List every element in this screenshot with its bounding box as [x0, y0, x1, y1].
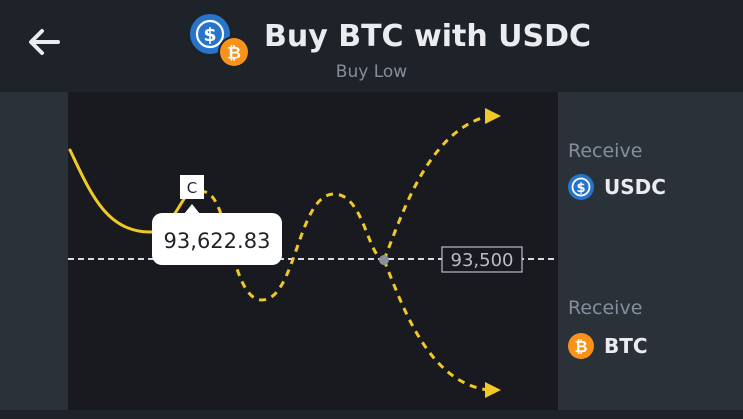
projection-down-path	[382, 259, 489, 392]
chart-svg: C 93,622.83 93,500	[68, 108, 558, 398]
bottom-strip	[0, 410, 743, 419]
receive-btc: ₿ BTC	[568, 333, 648, 359]
receive-label-btc: Receive	[568, 297, 643, 319]
svg-text:₿: ₿	[574, 337, 587, 356]
receive-asset-btc: BTC	[604, 334, 648, 358]
pair-icons: $ ₿	[190, 14, 252, 66]
svg-text:$: $	[576, 181, 585, 196]
arrow-down-head	[485, 382, 501, 398]
arrow-left-icon	[29, 29, 60, 55]
back-button[interactable]	[24, 24, 64, 60]
header: $ ₿ Buy BTC with USDC Buy Low	[0, 0, 743, 92]
current-price: 93,622.83	[164, 229, 271, 253]
usdc-icon: $	[568, 174, 594, 200]
arrow-up-head	[485, 108, 501, 124]
receive-usdc: $ USDC	[568, 174, 666, 200]
receive-asset-usdc: USDC	[604, 175, 666, 199]
btc-icon: ₿	[568, 333, 594, 359]
target-price: 93,500	[451, 250, 514, 271]
receive-panel: Receive $ USDC Receive ₿ BTC	[558, 92, 743, 410]
svg-text:₿: ₿	[227, 44, 241, 64]
page-subtitle: Buy Low	[335, 62, 408, 82]
left-panel	[0, 92, 68, 410]
crossing-dot	[379, 255, 389, 265]
marker-letter: C	[187, 179, 197, 197]
tooltip-pointer	[184, 204, 200, 214]
projection-up-path	[382, 114, 489, 261]
page-title: Buy BTC with USDC	[264, 18, 592, 54]
svg-text:$: $	[203, 24, 216, 46]
price-chart: C 93,622.83 93,500	[68, 92, 558, 410]
receive-label-usdc: Receive	[568, 140, 643, 162]
title-group: $ ₿ Buy BTC with USDC	[190, 14, 592, 66]
